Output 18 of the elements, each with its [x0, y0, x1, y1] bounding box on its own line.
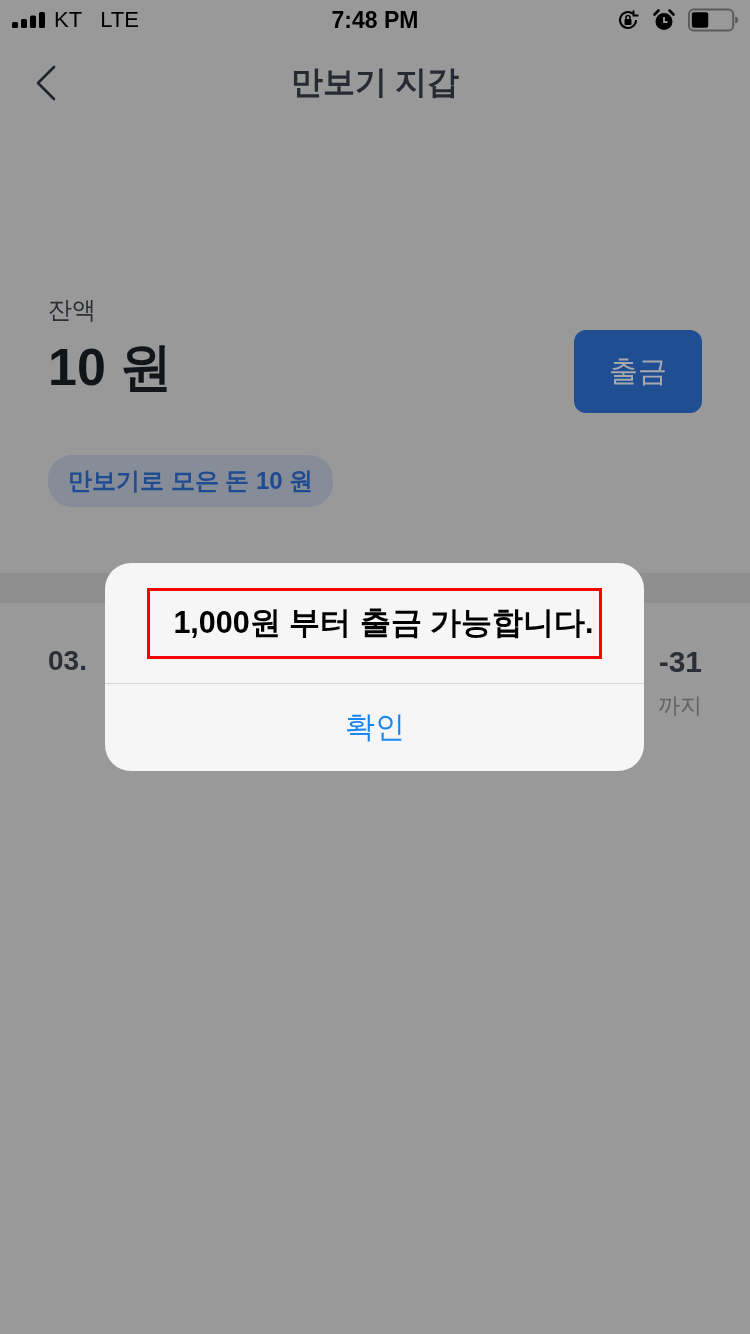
date-start: 03.	[48, 645, 87, 678]
collected-amount-chip: 만보기로 모은 돈 10 원	[48, 455, 334, 507]
confirm-button[interactable]: 확인	[105, 684, 644, 771]
battery-icon	[688, 8, 738, 32]
balance-label: 잔액	[48, 295, 97, 325]
network-label: LTE	[100, 7, 139, 33]
screen-title: 만보기 지갑	[290, 63, 460, 102]
back-icon[interactable]	[36, 65, 56, 101]
balance-amount: 10 원	[48, 337, 173, 398]
withdraw-button[interactable]: 출금	[574, 330, 702, 413]
date-caption: 까지	[658, 692, 702, 720]
date-end: -31	[658, 645, 702, 679]
status-time: 7:48 PM	[331, 6, 419, 34]
carrier-label: KT	[54, 7, 83, 33]
alert-message: 1,000원 부터 출금 가능합니다.	[173, 604, 594, 639]
alarm-clock-icon	[652, 8, 676, 32]
rotation-lock-icon	[616, 8, 640, 32]
signal-icon	[12, 12, 46, 28]
